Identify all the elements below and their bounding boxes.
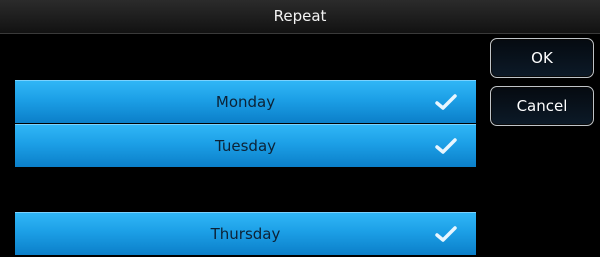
cancel-button[interactable]: Cancel	[490, 86, 594, 126]
list-item-label: Tuesday	[214, 137, 277, 155]
list-item-wednesday[interactable]	[15, 168, 476, 211]
list-item-tuesday[interactable]: Tuesday	[15, 124, 476, 167]
ok-button[interactable]: OK	[490, 38, 594, 78]
list-item-monday[interactable]: Monday	[15, 80, 476, 123]
list-item-label: Monday	[215, 93, 276, 111]
list-item-label: Thursday	[210, 225, 281, 243]
dialog-title-bar: Repeat	[0, 0, 600, 34]
dialog-title: Repeat	[273, 7, 327, 25]
checkmark-icon	[435, 226, 457, 242]
repeat-dialog: Repeat Monday Tuesday Thursday OK Cancel	[0, 0, 600, 257]
list-item-thursday[interactable]: Thursday	[15, 212, 476, 255]
checkmark-icon	[435, 94, 457, 110]
weekday-list: Monday Tuesday Thursday	[15, 80, 476, 257]
checkmark-icon	[435, 138, 457, 154]
